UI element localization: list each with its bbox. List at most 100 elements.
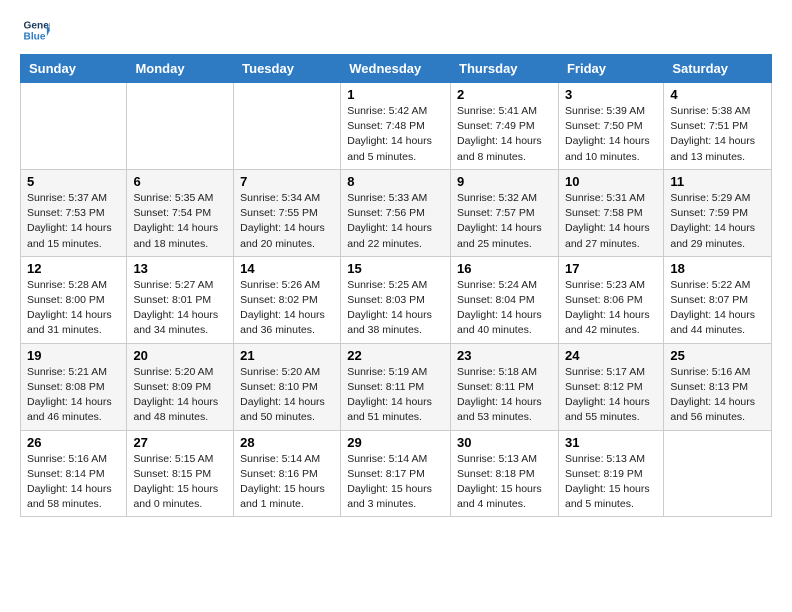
calendar-cell: 11 Sunrise: 5:29 AM Sunset: 7:59 PM Dayli…: [664, 169, 772, 256]
weekday-header-sunday: Sunday: [21, 55, 127, 83]
day-number: 10: [565, 174, 657, 189]
calendar-cell: 28Sunrise: 5:14 AM Sunset: 8:16 PM Dayli…: [234, 430, 341, 517]
calendar-cell: 8 Sunrise: 5:33 AM Sunset: 7:56 PM Daylig…: [341, 169, 451, 256]
day-number: 31: [565, 435, 657, 450]
day-info: Sunrise: 5:26 AM Sunset: 8:02 PM Dayligh…: [240, 278, 334, 339]
weekday-header-tuesday: Tuesday: [234, 55, 341, 83]
day-info: Sunrise: 5:42 AM Sunset: 7:48 PM Dayligh…: [347, 104, 444, 165]
day-number: 4: [670, 87, 765, 102]
calendar-cell: 19 Sunrise: 5:21 AM Sunset: 8:08 PM Dayli…: [21, 343, 127, 430]
day-info: Sunrise: 5:21 AM Sunset: 8:08 PM Dayligh…: [27, 365, 120, 426]
calendar-cell: 9Sunrise: 5:32 AM Sunset: 7:57 PM Daylig…: [451, 169, 559, 256]
day-number: 23: [457, 348, 552, 363]
calendar-cell: 29 Sunrise: 5:14 AM Sunset: 8:17 PM Dayli…: [341, 430, 451, 517]
calendar-cell: 2 Sunrise: 5:41 AM Sunset: 7:49 PM Daylig…: [451, 83, 559, 170]
calendar-cell: 3 Sunrise: 5:39 AM Sunset: 7:50 PM Daylig…: [558, 83, 663, 170]
calendar-cell: 1 Sunrise: 5:42 AM Sunset: 7:48 PM Daylig…: [341, 83, 451, 170]
day-number: 1: [347, 87, 444, 102]
day-number: 22: [347, 348, 444, 363]
day-number: 27: [133, 435, 227, 450]
day-info: Sunrise: 5:14 AM Sunset: 8:17 PM Dayligh…: [347, 452, 444, 513]
calendar-cell: [21, 83, 127, 170]
day-number: 3: [565, 87, 657, 102]
calendar-cell: 23Sunrise: 5:18 AM Sunset: 8:11 PM Dayli…: [451, 343, 559, 430]
calendar-cell: 6 Sunrise: 5:35 AM Sunset: 7:54 PM Daylig…: [127, 169, 234, 256]
calendar-week-row: 1 Sunrise: 5:42 AM Sunset: 7:48 PM Daylig…: [21, 83, 772, 170]
day-number: 11: [670, 174, 765, 189]
calendar-cell: 17Sunrise: 5:23 AM Sunset: 8:06 PM Dayli…: [558, 256, 663, 343]
day-info: Sunrise: 5:33 AM Sunset: 7:56 PM Dayligh…: [347, 191, 444, 252]
day-info: Sunrise: 5:28 AM Sunset: 8:00 PM Dayligh…: [27, 278, 120, 339]
day-number: 19: [27, 348, 120, 363]
calendar-cell: 12 Sunrise: 5:28 AM Sunset: 8:00 PM Dayli…: [21, 256, 127, 343]
calendar-cell: 25 Sunrise: 5:16 AM Sunset: 8:13 PM Dayli…: [664, 343, 772, 430]
day-number: 26: [27, 435, 120, 450]
day-number: 25: [670, 348, 765, 363]
day-info: Sunrise: 5:41 AM Sunset: 7:49 PM Dayligh…: [457, 104, 552, 165]
calendar-week-row: 5 Sunrise: 5:37 AM Sunset: 7:53 PM Daylig…: [21, 169, 772, 256]
day-info: Sunrise: 5:25 AM Sunset: 8:03 PM Dayligh…: [347, 278, 444, 339]
calendar-cell: 4Sunrise: 5:38 AM Sunset: 7:51 PM Daylig…: [664, 83, 772, 170]
day-number: 30: [457, 435, 552, 450]
calendar-cell: 30Sunrise: 5:13 AM Sunset: 8:18 PM Dayli…: [451, 430, 559, 517]
day-info: Sunrise: 5:16 AM Sunset: 8:13 PM Dayligh…: [670, 365, 765, 426]
page: General Blue SundayMondayTuesdayWednesda…: [0, 0, 792, 533]
day-number: 8: [347, 174, 444, 189]
calendar-cell: 15 Sunrise: 5:25 AM Sunset: 8:03 PM Dayli…: [341, 256, 451, 343]
calendar-cell: 7 Sunrise: 5:34 AM Sunset: 7:55 PM Daylig…: [234, 169, 341, 256]
day-number: 6: [133, 174, 227, 189]
day-number: 5: [27, 174, 120, 189]
calendar-week-row: 26Sunrise: 5:16 AM Sunset: 8:14 PM Dayli…: [21, 430, 772, 517]
day-info: Sunrise: 5:29 AM Sunset: 7:59 PM Dayligh…: [670, 191, 765, 252]
weekday-header-friday: Friday: [558, 55, 663, 83]
calendar-cell: 20 Sunrise: 5:20 AM Sunset: 8:09 PM Dayli…: [127, 343, 234, 430]
day-info: Sunrise: 5:15 AM Sunset: 8:15 PM Dayligh…: [133, 452, 227, 513]
day-info: Sunrise: 5:19 AM Sunset: 8:11 PM Dayligh…: [347, 365, 444, 426]
weekday-header-thursday: Thursday: [451, 55, 559, 83]
day-number: 7: [240, 174, 334, 189]
day-number: 12: [27, 261, 120, 276]
day-info: Sunrise: 5:20 AM Sunset: 8:09 PM Dayligh…: [133, 365, 227, 426]
day-info: Sunrise: 5:37 AM Sunset: 7:53 PM Dayligh…: [27, 191, 120, 252]
calendar-cell: [127, 83, 234, 170]
weekday-header-wednesday: Wednesday: [341, 55, 451, 83]
day-number: 20: [133, 348, 227, 363]
day-info: Sunrise: 5:13 AM Sunset: 8:19 PM Dayligh…: [565, 452, 657, 513]
day-info: Sunrise: 5:31 AM Sunset: 7:58 PM Dayligh…: [565, 191, 657, 252]
day-info: Sunrise: 5:32 AM Sunset: 7:57 PM Dayligh…: [457, 191, 552, 252]
calendar-cell: 31 Sunrise: 5:13 AM Sunset: 8:19 PM Dayli…: [558, 430, 663, 517]
calendar-cell: 5 Sunrise: 5:37 AM Sunset: 7:53 PM Daylig…: [21, 169, 127, 256]
day-info: Sunrise: 5:39 AM Sunset: 7:50 PM Dayligh…: [565, 104, 657, 165]
calendar-cell: 13Sunrise: 5:27 AM Sunset: 8:01 PM Dayli…: [127, 256, 234, 343]
calendar-cell: 22 Sunrise: 5:19 AM Sunset: 8:11 PM Dayli…: [341, 343, 451, 430]
calendar-cell: [234, 83, 341, 170]
day-info: Sunrise: 5:22 AM Sunset: 8:07 PM Dayligh…: [670, 278, 765, 339]
day-number: 18: [670, 261, 765, 276]
day-number: 16: [457, 261, 552, 276]
header: General Blue: [20, 16, 772, 44]
calendar-cell: 27 Sunrise: 5:15 AM Sunset: 8:15 PM Dayli…: [127, 430, 234, 517]
day-info: Sunrise: 5:27 AM Sunset: 8:01 PM Dayligh…: [133, 278, 227, 339]
day-info: Sunrise: 5:35 AM Sunset: 7:54 PM Dayligh…: [133, 191, 227, 252]
day-number: 15: [347, 261, 444, 276]
weekday-header-monday: Monday: [127, 55, 234, 83]
calendar-cell: 18 Sunrise: 5:22 AM Sunset: 8:07 PM Dayli…: [664, 256, 772, 343]
day-number: 2: [457, 87, 552, 102]
calendar-cell: 24Sunrise: 5:17 AM Sunset: 8:12 PM Dayli…: [558, 343, 663, 430]
calendar-cell: 21Sunrise: 5:20 AM Sunset: 8:10 PM Dayli…: [234, 343, 341, 430]
calendar-week-row: 19 Sunrise: 5:21 AM Sunset: 8:08 PM Dayli…: [21, 343, 772, 430]
logo-icon: General Blue: [22, 16, 50, 44]
day-info: Sunrise: 5:34 AM Sunset: 7:55 PM Dayligh…: [240, 191, 334, 252]
svg-text:General: General: [24, 20, 50, 31]
weekday-header-saturday: Saturday: [664, 55, 772, 83]
day-info: Sunrise: 5:14 AM Sunset: 8:16 PM Dayligh…: [240, 452, 334, 513]
calendar-cell: 10 Sunrise: 5:31 AM Sunset: 7:58 PM Dayli…: [558, 169, 663, 256]
calendar-cell: [664, 430, 772, 517]
calendar-table: SundayMondayTuesdayWednesdayThursdayFrid…: [20, 54, 772, 517]
day-info: Sunrise: 5:23 AM Sunset: 8:06 PM Dayligh…: [565, 278, 657, 339]
calendar-cell: 16Sunrise: 5:24 AM Sunset: 8:04 PM Dayli…: [451, 256, 559, 343]
day-info: Sunrise: 5:20 AM Sunset: 8:10 PM Dayligh…: [240, 365, 334, 426]
svg-text:Blue: Blue: [24, 31, 46, 42]
weekday-header-row: SundayMondayTuesdayWednesdayThursdayFrid…: [21, 55, 772, 83]
day-number: 29: [347, 435, 444, 450]
